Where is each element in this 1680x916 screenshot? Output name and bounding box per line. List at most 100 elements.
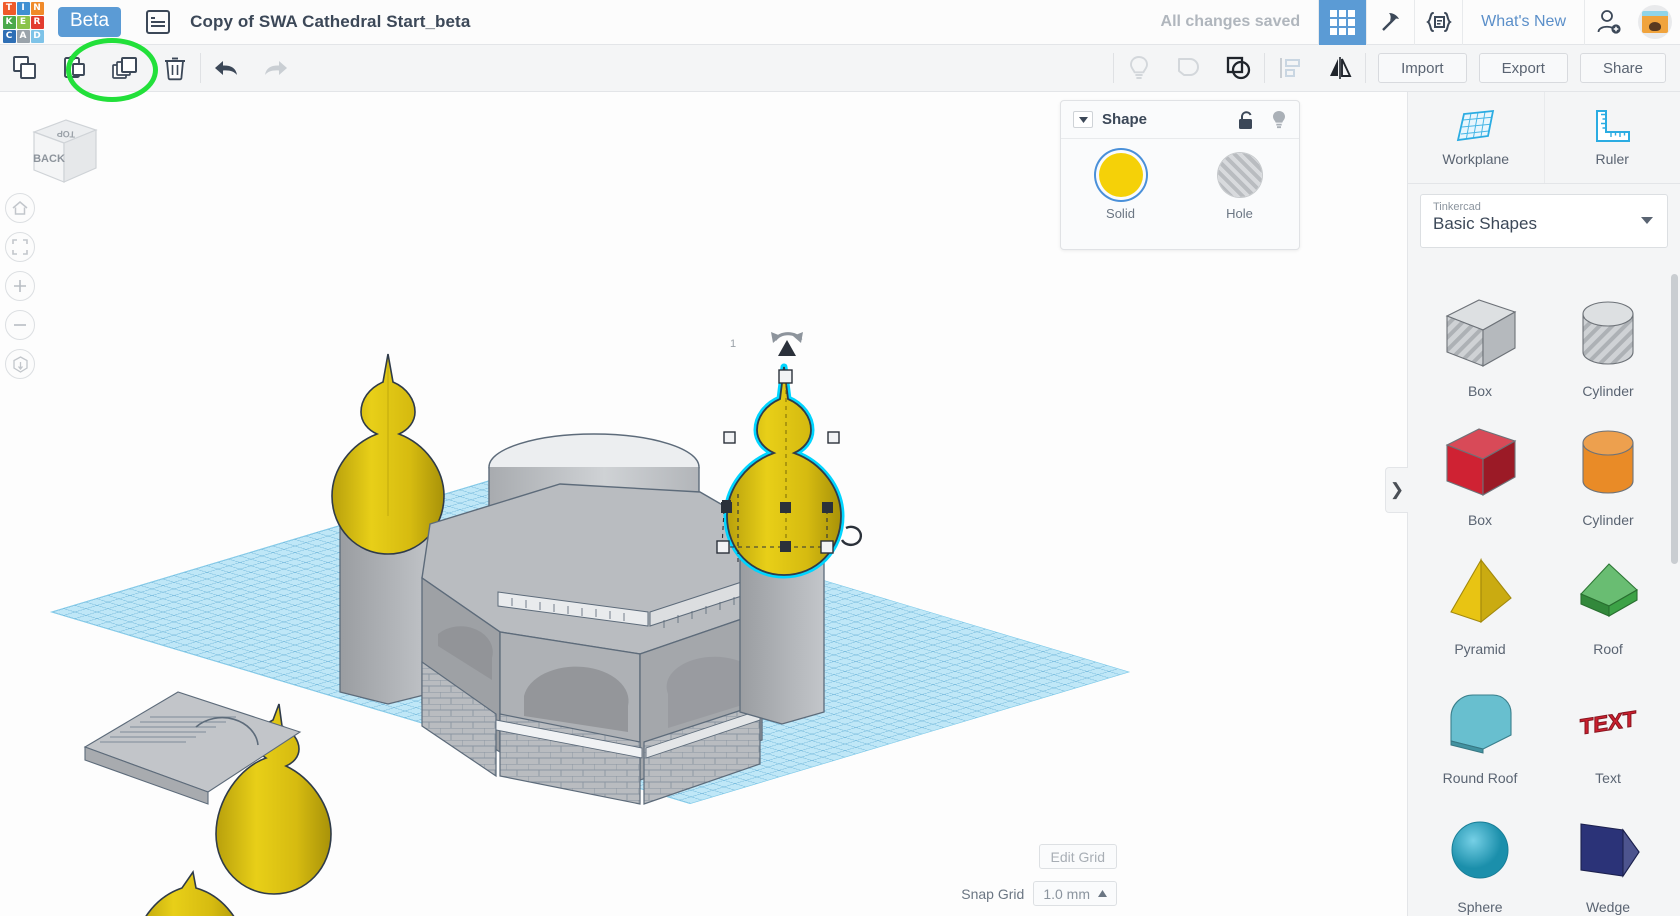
page-title[interactable]: Copy of SWA Cathedral Start_beta [190, 12, 470, 32]
export-button[interactable]: Export [1478, 53, 1568, 83]
shape-library-select[interactable]: Tinkercad Basic Shapes [1420, 194, 1668, 248]
sidebar-scrollbar[interactable] [1671, 274, 1678, 564]
workplane-tool-label: Workplane [1442, 150, 1510, 167]
zoom-out-button[interactable] [5, 310, 35, 340]
shapes-sidebar: ❯ Workplane Ruler Tinkercad Basic Shapes… [1385, 92, 1680, 916]
solid-swatch-label: Solid [1106, 206, 1135, 221]
delete-button[interactable] [150, 45, 200, 91]
shape-properties-panel: Shape Solid Hole [1060, 100, 1300, 250]
unlock-icon[interactable] [1237, 110, 1255, 130]
fit-view-button[interactable] [5, 232, 35, 262]
shape-box-hole[interactable]: Box [1416, 282, 1544, 411]
align-button[interactable] [1265, 45, 1315, 91]
shape-cylinder-orange-label: Cylinder [1582, 512, 1634, 528]
snap-grid-label: Snap Grid [961, 885, 1025, 902]
import-button[interactable]: Import [1378, 53, 1467, 83]
beta-badge: Beta [58, 7, 122, 37]
toolbar-right-group: Import Export Share [1113, 45, 1680, 91]
shape-wedge[interactable]: Wedge [1544, 798, 1672, 916]
mirror-button[interactable] [1315, 45, 1365, 91]
snap-grid-select[interactable]: 1.0 mm [1033, 881, 1117, 906]
perspective-toggle-button[interactable] [5, 349, 35, 379]
shape-round-roof-thumbnail [1437, 681, 1523, 764]
caret-up-icon [1098, 890, 1107, 897]
shape-text-thumbnail: TEXT [1565, 681, 1651, 764]
shape-sphere[interactable]: Sphere [1416, 798, 1544, 916]
shape-text-label: Text [1595, 770, 1621, 786]
shape-cylinder-hole-label: Cylinder [1582, 383, 1634, 399]
top-bar-right: All changes saved What's New [1161, 0, 1680, 45]
home-view-button[interactable] [5, 193, 35, 223]
workplane-tool[interactable]: Workplane [1408, 92, 1544, 183]
view-cube-top-label: TOP [57, 129, 76, 140]
workplane-icon [1456, 109, 1494, 141]
shape-sphere-thumbnail [1437, 810, 1523, 893]
shape-cylinder-hole-thumbnail [1565, 294, 1651, 377]
library-owner-label: Tinkercad [1433, 201, 1481, 213]
lightbulb-icon[interactable] [1271, 110, 1287, 130]
shape-roof-label: Roof [1593, 641, 1623, 657]
shape-box-red-label: Box [1467, 512, 1493, 528]
shape-panel-options: Solid Hole [1061, 139, 1299, 221]
whats-new-link[interactable]: What's New [1462, 0, 1584, 45]
workplane-grid [50, 480, 1130, 804]
group-button[interactable] [1214, 45, 1264, 91]
ruler-icon [1596, 109, 1631, 142]
paste-button[interactable] [50, 45, 100, 91]
shapes-library-grid: Box Cylinder Box Cylinder Pyramid Roof R… [1408, 272, 1680, 916]
shape-box-hole-thumbnail [1437, 294, 1523, 377]
hole-swatch-label: Hole [1226, 206, 1253, 221]
undo-arrow-icon [215, 61, 237, 75]
share-button[interactable]: Share [1579, 53, 1666, 83]
chevron-down-icon[interactable] [1073, 111, 1093, 128]
shape-wedge-label: Wedge [1585, 899, 1631, 915]
light-button[interactable] [1114, 45, 1164, 91]
solid-swatch[interactable]: Solid [1098, 153, 1143, 221]
main-toolbar: Import Export Share [0, 45, 1680, 92]
copy-button[interactable] [0, 45, 50, 91]
codeblocks-button[interactable] [1414, 0, 1462, 45]
copy-icon [13, 56, 36, 79]
save-status: All changes saved [1160, 13, 1301, 30]
shape-cylinder-orange[interactable]: Cylinder [1544, 411, 1672, 540]
blocks-button[interactable] [1366, 0, 1414, 45]
trash-icon [165, 57, 185, 81]
fit-frame-icon [12, 239, 28, 255]
plus-icon [14, 280, 26, 292]
shape-cylinder-hole[interactable]: Cylinder [1544, 282, 1672, 411]
logo-letter-r: R [30, 15, 44, 29]
projects-gallery-button[interactable] [1318, 0, 1367, 45]
shape-button[interactable] [1164, 45, 1214, 91]
shape-roof[interactable]: Roof [1544, 540, 1672, 669]
snap-grid-value: 1.0 mm [1043, 885, 1090, 902]
view-cube[interactable]: TOP BACK [22, 110, 98, 183]
shape-box-red[interactable]: Box [1416, 411, 1544, 540]
group-shapes-icon [1226, 56, 1251, 80]
shape-pyramid-thumbnail [1437, 552, 1523, 635]
logo-letter-n: N [30, 1, 44, 15]
sidebar-collapse-button[interactable]: ❯ [1385, 467, 1408, 513]
shape-text[interactable]: TEXT Text [1544, 669, 1672, 798]
avatar[interactable] [1638, 5, 1672, 39]
minus-icon [14, 324, 26, 326]
add-user-button[interactable] [1584, 0, 1632, 45]
selection-bounding-box [721, 492, 828, 562]
hole-swatch[interactable]: Hole [1217, 153, 1262, 221]
zoom-in-button[interactable] [5, 271, 35, 301]
selection-count-label: 1 [730, 338, 736, 350]
edit-grid-button[interactable]: Edit Grid [1038, 844, 1117, 869]
shape-pyramid[interactable]: Pyramid [1416, 540, 1544, 669]
ruler-tool[interactable]: Ruler [1543, 92, 1680, 183]
avatar-image [1642, 11, 1668, 33]
shape-round-roof[interactable]: Round Roof [1416, 669, 1544, 798]
redo-button[interactable] [251, 45, 301, 91]
solid-swatch-swatch [1098, 153, 1143, 197]
tinkercad-logo[interactable]: TINKERCAD [0, 0, 46, 45]
shape-box-red-thumbnail [1437, 423, 1523, 506]
duplicate-button[interactable] [100, 45, 150, 91]
logo-letter-t: T [2, 1, 16, 15]
duplicate-icon [112, 57, 137, 79]
undo-button[interactable] [201, 45, 251, 91]
hole-swatch-swatch [1217, 153, 1262, 197]
document-list-icon[interactable] [146, 10, 171, 34]
